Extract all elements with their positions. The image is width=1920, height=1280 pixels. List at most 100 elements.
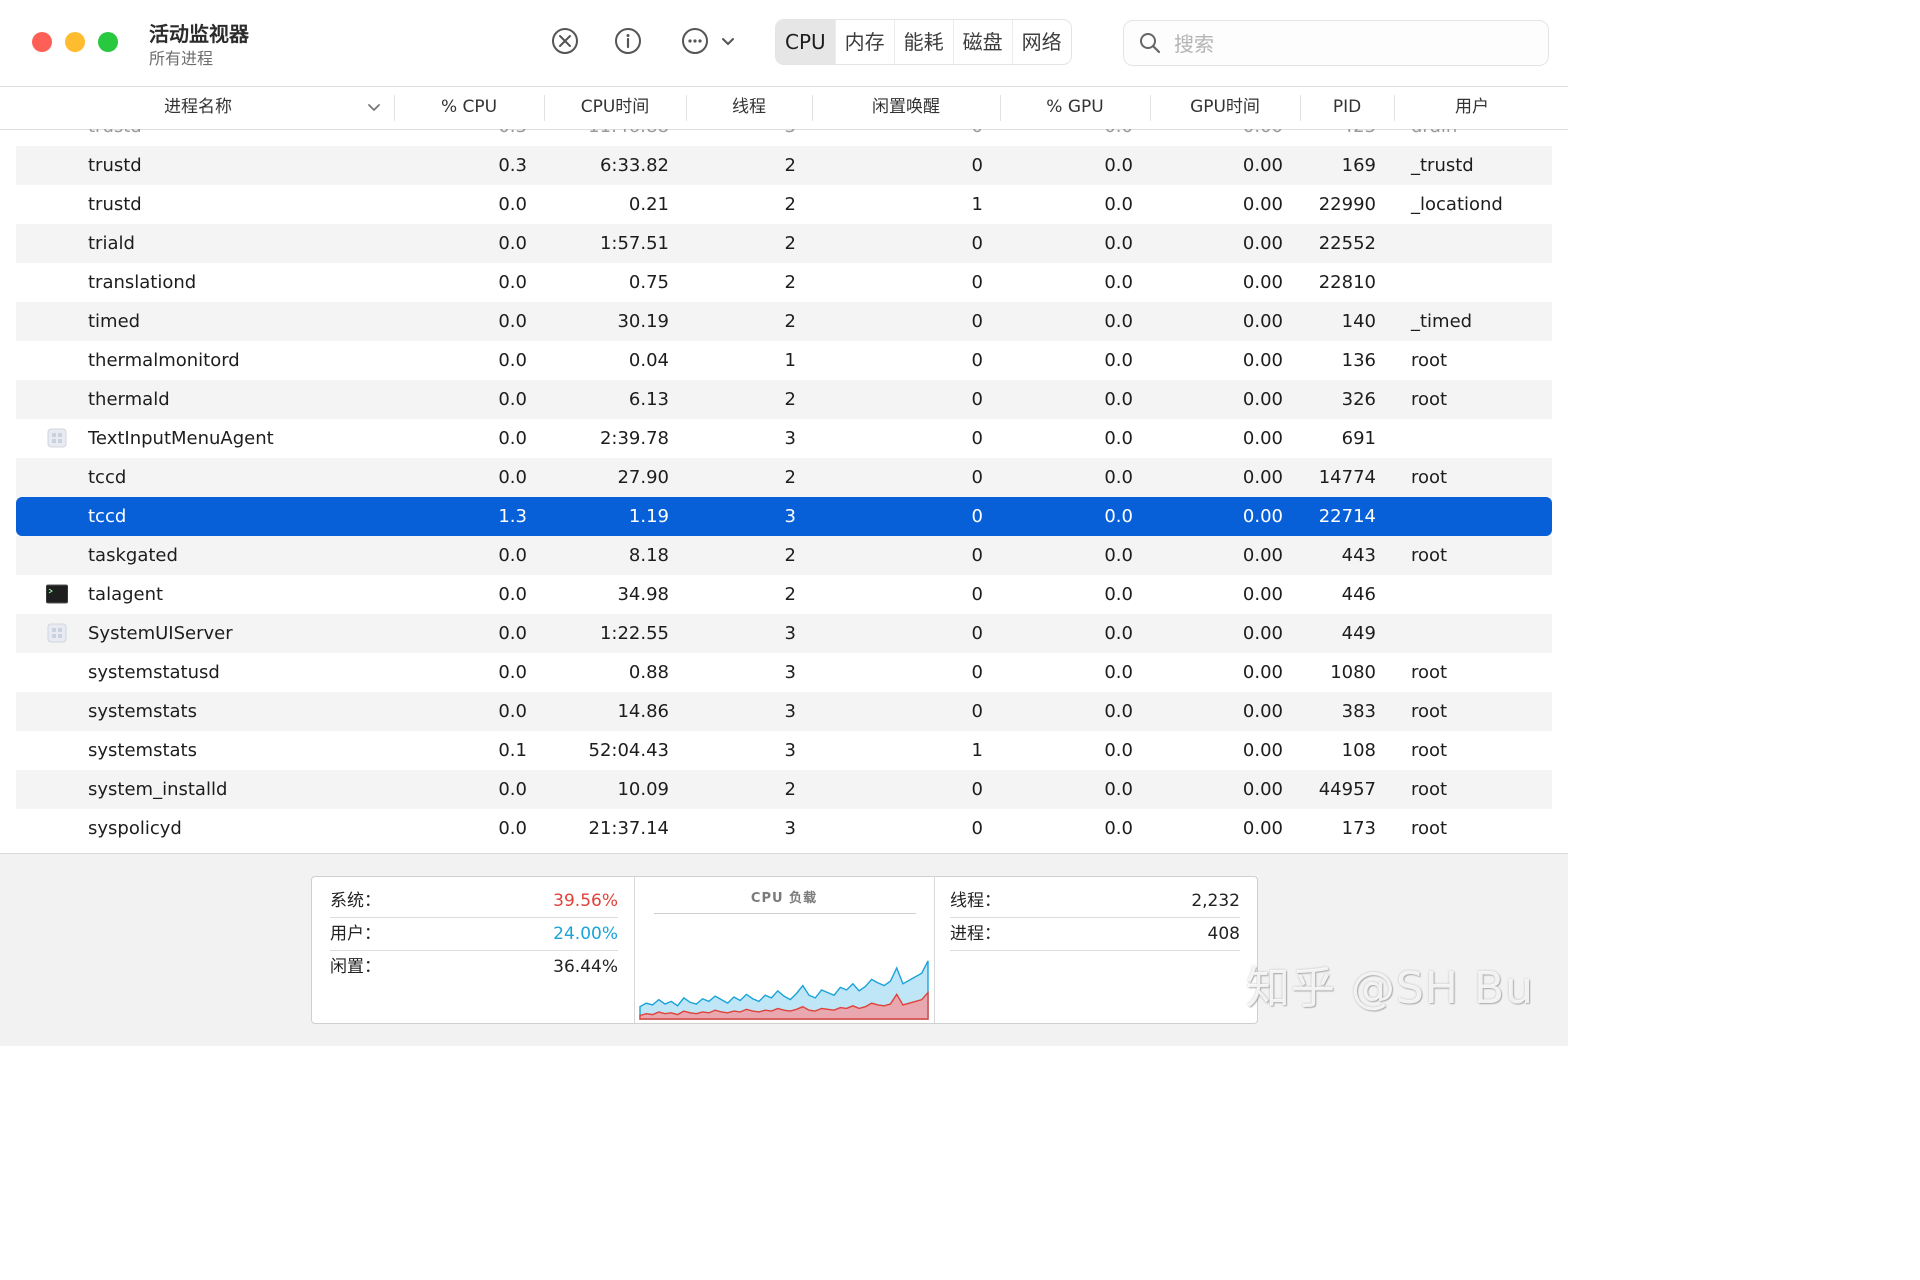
tab-energy[interactable]: 能耗 (893, 20, 953, 64)
cell-cpu-time: 1:57.51 (599, 233, 669, 254)
cell-gpu-time: 0.00 (1242, 584, 1283, 605)
table-row[interactable]: talagent 0.0 34.98 2 0 0.0 0.00 446 (16, 575, 1552, 614)
table-row[interactable]: systemstats 0.0 14.86 3 0 0.0 0.00 383 root (16, 692, 1552, 731)
cell-process-name: trustd (88, 194, 142, 215)
table-row[interactable]: systemstats 0.1 52:04.43 3 1 0.0 0.00 108 root (16, 731, 1552, 770)
cell-user: root (1411, 701, 1448, 722)
table-row[interactable]: trustd 0.3 6:33.82 2 0 0.0 0.00 169 _trustd (16, 146, 1552, 185)
table-row[interactable]: TextInputMenuAgent 0.0 2:39.78 3 0 0.0 0.00 691 (16, 419, 1552, 458)
more-actions-icon[interactable] (680, 26, 710, 56)
cell-user: root (1411, 818, 1448, 839)
cell-idle-wakeups: 0 (971, 389, 983, 410)
cell-threads: 3 (784, 740, 796, 761)
cpu-load-chart-rule (654, 913, 916, 914)
column-header-cpu-percent[interactable]: % CPU (394, 87, 544, 129)
tab-memory[interactable]: 内存 (834, 20, 894, 64)
view-tabs: CPU 内存 能耗 磁盘 网络 (775, 19, 1072, 65)
cell-gpu-time: 0.00 (1242, 740, 1283, 761)
cell-user: _locationd (1411, 194, 1503, 215)
cell-cpu-time: 0.88 (628, 662, 669, 683)
column-header-user[interactable]: 用户 (1394, 87, 1550, 129)
cell-threads: 3 (784, 428, 796, 449)
window-minimize-button[interactable] (65, 32, 85, 52)
cell-pid: 326 (1341, 389, 1376, 410)
table-row[interactable]: syspolicyd 0.0 21:37.14 3 0 0.0 0.00 173 root (16, 809, 1552, 848)
cell-gpu-time: 0.00 (1242, 545, 1283, 566)
tab-disk[interactable]: 磁盘 (952, 20, 1012, 64)
cell-pid: 136 (1341, 350, 1376, 371)
window-close-button[interactable] (32, 32, 52, 52)
window-subtitle[interactable]: 所有进程 (149, 45, 213, 69)
window-zoom-button[interactable] (98, 32, 118, 52)
tab-cpu[interactable]: CPU (776, 20, 835, 64)
cell-cpu-time: 10.09 (617, 779, 669, 800)
stat-label-threads: 线程： (950, 891, 1001, 911)
column-header-pid[interactable]: PID (1300, 87, 1394, 129)
table-row[interactable]: thermalmonitord 0.0 0.04 1 0 0.0 0.00 136 root (16, 341, 1552, 380)
sort-chevron-down-icon[interactable] (366, 99, 382, 115)
column-header-threads[interactable]: 线程 (686, 87, 812, 129)
table-row[interactable]: translationd 0.0 0.75 2 0 0.0 0.00 22810 (16, 263, 1552, 302)
cell-cpu-percent: 0.0 (498, 584, 527, 605)
cell-threads: 2 (784, 272, 796, 293)
table-row[interactable]: timed 0.0 30.19 2 0 0.0 0.00 140 _timed (16, 302, 1552, 341)
cell-cpu-time: 0.75 (628, 272, 669, 293)
cell-process-name: system_installd (88, 779, 228, 800)
toolbar: 活动监视器 所有进程 CPU 内存 能耗 磁盘 网络 (0, 0, 1568, 86)
table-row[interactable]: SystemUIServer 0.0 1:22.55 3 0 0.0 0.00 449 (16, 614, 1552, 653)
cell-cpu-percent: 0.0 (498, 623, 527, 644)
cell-gpu-percent: 0.0 (1104, 272, 1133, 293)
table-row-partial[interactable]: trustd 0.3 11:46:88 3 0 0.0 0.00 423 dra… (16, 129, 1552, 146)
cell-pid: 691 (1341, 428, 1376, 449)
table-row[interactable]: taskgated 0.0 8.18 2 0 0.0 0.00 443 root (16, 536, 1552, 575)
cell-gpu-percent: 0.0 (1104, 389, 1133, 410)
table-row[interactable]: thermald 0.0 6.13 2 0 0.0 0.00 326 root (16, 380, 1552, 419)
table-row[interactable]: tccd 0.0 27.90 2 0 0.0 0.00 14774 root (16, 458, 1552, 497)
search-input[interactable] (1172, 29, 1536, 59)
cell-threads: 2 (784, 467, 796, 488)
stat-row-user: 用户： 24.00% (330, 918, 618, 951)
table-row[interactable]: system_installd 0.0 10.09 2 0 0.0 0.00 44957 roo… (16, 770, 1552, 809)
process-table: trustd 0.3 11:46:88 3 0 0.0 0.00 423 dra… (16, 129, 1552, 851)
table-row[interactable]: triald 0.0 1:57.51 2 0 0.0 0.00 22552 (16, 224, 1552, 263)
search-field[interactable] (1123, 20, 1549, 66)
cell-pid: 108 (1341, 740, 1376, 761)
cpu-summary-panel: 系统： 39.56% 用户： 24.00% 闲置： 36.44% CPU 负载 … (311, 876, 1258, 1024)
column-header-idle-wakeups[interactable]: 闲置唤醒 (812, 87, 1000, 129)
cell-gpu-percent: 0.0 (1104, 662, 1133, 683)
tab-network[interactable]: 网络 (1011, 20, 1071, 64)
cell-cpu-percent: 0.0 (498, 701, 527, 722)
cell-gpu-time: 0.00 (1242, 194, 1283, 215)
cell-process-name: trustd (88, 155, 142, 176)
table-row[interactable]: trustd 0.0 0.21 2 1 0.0 0.00 22990 _locationd (16, 185, 1552, 224)
stat-label-processes: 进程： (950, 924, 1001, 944)
table-row-selected[interactable]: tccd 1.3 1.19 3 0 0.0 0.00 22714 (16, 497, 1552, 536)
cell-cpu-percent: 0.3 (498, 155, 527, 176)
column-header-cpu-time[interactable]: CPU时间 (544, 87, 686, 129)
chevron-down-icon[interactable] (718, 32, 738, 52)
cell-cpu-time: 30.19 (617, 311, 669, 332)
cell-pid: 44957 (1318, 779, 1376, 800)
column-header-process-name[interactable]: 进程名称 (16, 87, 380, 129)
cell-user: root (1411, 662, 1448, 683)
stat-label-user: 用户： (330, 924, 381, 944)
cell-gpu-time: 0.00 (1242, 818, 1283, 839)
stop-process-icon[interactable] (550, 26, 580, 56)
column-header-gpu-time[interactable]: GPU时间 (1150, 87, 1300, 129)
cell-gpu-time: 0.00 (1242, 662, 1283, 683)
cell-idle-wakeups: 0 (971, 272, 983, 293)
cell-process-name: systemstats (88, 701, 197, 722)
cell-idle-wakeups: 0 (971, 701, 983, 722)
table-header: 进程名称 % CPU CPU时间 线程 闲置唤醒 % GPU GPU时间 PID… (0, 86, 1568, 130)
info-icon[interactable] (613, 26, 643, 56)
cell-threads: 2 (784, 194, 796, 215)
window-title: 活动监视器 (149, 22, 249, 46)
cell-process-name: translationd (88, 272, 197, 293)
stat-value-idle: 36.44% (553, 957, 618, 977)
cell-cpu-percent: 0.0 (498, 272, 527, 293)
cell-process-name: thermald (88, 389, 170, 410)
column-header-gpu-percent[interactable]: % GPU (1000, 87, 1150, 129)
cell-idle-wakeups: 1 (971, 194, 983, 215)
table-row[interactable]: systemstatusd 0.0 0.88 3 0 0.0 0.00 1080 root (16, 653, 1552, 692)
cell-threads: 3 (784, 623, 796, 644)
